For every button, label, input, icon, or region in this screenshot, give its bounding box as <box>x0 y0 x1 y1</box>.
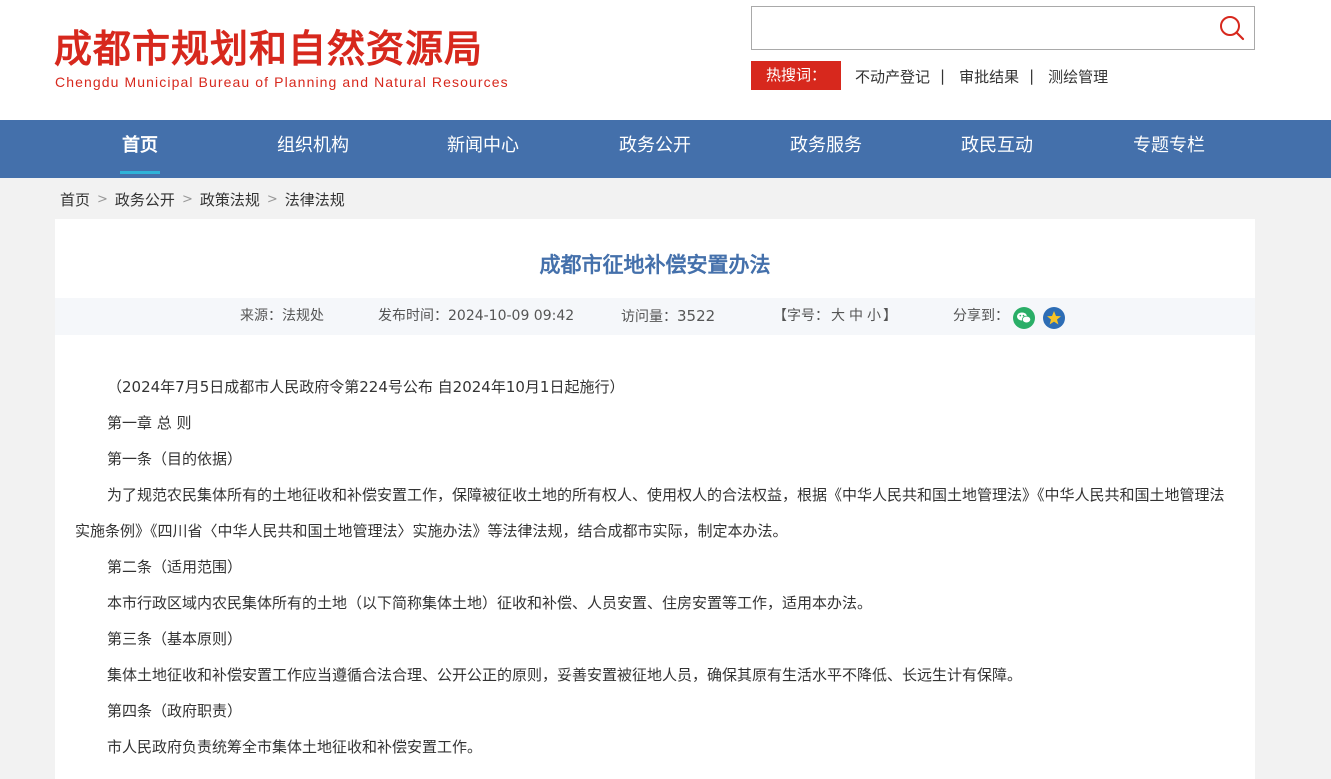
article-content: （2024年7月5日成都市人民政府令第224号公布 自2024年10月1日起施行… <box>75 369 1235 765</box>
article-paragraph: （2024年7月5日成都市人民政府令第224号公布 自2024年10月1日起施行… <box>107 378 625 396</box>
favorite-icon[interactable] <box>1043 307 1065 329</box>
article-paragraph: 第二条（适用范围） <box>107 558 243 576</box>
article-paragraph: 为了规范农民集体所有的土地征收和补偿安置工作，保障被征收土地的所有权人、使用权人… <box>75 486 1225 540</box>
breadcrumb-home[interactable]: 首页 <box>60 189 90 210</box>
nav-item-gov-affairs[interactable]: 政务公开 <box>600 120 710 178</box>
search-input[interactable] <box>752 7 1212 49</box>
search-icon <box>1220 16 1245 41</box>
site-logo-subtitle: Chengdu Municipal Bureau of Planning and… <box>55 74 509 90</box>
breadcrumb-separator: > <box>181 192 193 207</box>
breadcrumb-separator: > <box>97 192 108 207</box>
article-views: 访问量：3522 <box>621 298 715 336</box>
breadcrumb-gov-affairs[interactable]: 政务公开 <box>115 189 175 210</box>
main-nav: 首页 组织机构 新闻中心 政务公开 政务服务 政民互动 专题专栏 <box>0 120 1331 178</box>
breadcrumb-separator: > <box>266 192 278 207</box>
font-size-label-open: 【字号： <box>773 308 829 324</box>
font-size-switcher: 【字号：大中小】 <box>773 298 897 335</box>
article-title: 成都市征地补偿安置办法 <box>539 253 771 277</box>
article-paragraph: 市人民政府负责统筹全市集体土地征收和补偿安置工作。 <box>107 738 483 756</box>
breadcrumb-laws[interactable]: 法律法规 <box>285 189 345 210</box>
article-publish-time: 发布时间：2024-10-09 09:42 <box>378 308 575 324</box>
breadcrumb: 首页 > 政务公开 > 政策法规 > 法律法规 <box>60 189 345 210</box>
article-paragraph: 第一章 总 则 <box>107 414 192 432</box>
nav-item-interaction[interactable]: 政民互动 <box>942 120 1052 178</box>
nav-item-home[interactable]: 首页 <box>100 120 180 178</box>
article-source: 来源：法规处 <box>240 308 324 324</box>
article-paragraph: 本市行政区域内农民集体所有的土地（以下简称集体土地）征收和补偿、人员安置、住房安… <box>107 594 873 612</box>
share-label: 分享到： <box>953 308 1009 324</box>
hot-word-link[interactable]: 不动产登记 <box>855 66 930 87</box>
nav-item-gov-services[interactable]: 政务服务 <box>771 120 881 178</box>
hot-search-links: 不动产登记 | 审批结果 | 测绘管理 <box>855 62 1108 90</box>
hot-word-separator: | <box>1029 67 1035 85</box>
wechat-icon[interactable] <box>1013 307 1035 329</box>
search-box <box>751 6 1255 50</box>
views-count: 3522 <box>677 307 716 325</box>
breadcrumb-policies[interactable]: 政策法规 <box>200 189 260 210</box>
font-size-label-close: 】 <box>883 308 897 324</box>
nav-item-organization[interactable]: 组织机构 <box>258 120 368 178</box>
search-button[interactable] <box>1218 14 1246 42</box>
hot-word-link[interactable]: 审批结果 <box>959 66 1019 87</box>
hot-word-separator: | <box>940 67 946 85</box>
hot-word-link[interactable]: 测绘管理 <box>1048 66 1108 87</box>
font-size-medium[interactable]: 中 <box>849 308 863 324</box>
font-size-small[interactable]: 小 <box>867 308 881 324</box>
hot-search-label: 热搜词： <box>751 61 841 90</box>
site-logo-title[interactable]: 成都市规划和自然资源局 <box>54 18 483 73</box>
font-size-large[interactable]: 大 <box>831 308 845 324</box>
views-label: 访问量： <box>621 309 677 325</box>
nav-item-news[interactable]: 新闻中心 <box>428 120 538 178</box>
article-paragraph: 第一条（目的依据） <box>107 450 243 468</box>
article-paragraph: 第四条（政府职责） <box>107 702 243 720</box>
article-paragraph: 第三条（基本原则） <box>107 630 243 648</box>
article-panel: 成都市征地补偿安置办法 来源：法规处 发布时间：2024-10-09 09:42… <box>55 219 1255 779</box>
nav-item-special-topics[interactable]: 专题专栏 <box>1114 120 1224 178</box>
article-meta-bar: 来源：法规处 发布时间：2024-10-09 09:42 访问量：3522 【字… <box>55 298 1255 335</box>
site-header: 成都市规划和自然资源局 Chengdu Municipal Bureau of … <box>0 0 1331 120</box>
article-paragraph: 集体土地征收和补偿安置工作应当遵循合法合理、公开公正的原则，妥善安置被征地人员，… <box>107 666 1023 684</box>
